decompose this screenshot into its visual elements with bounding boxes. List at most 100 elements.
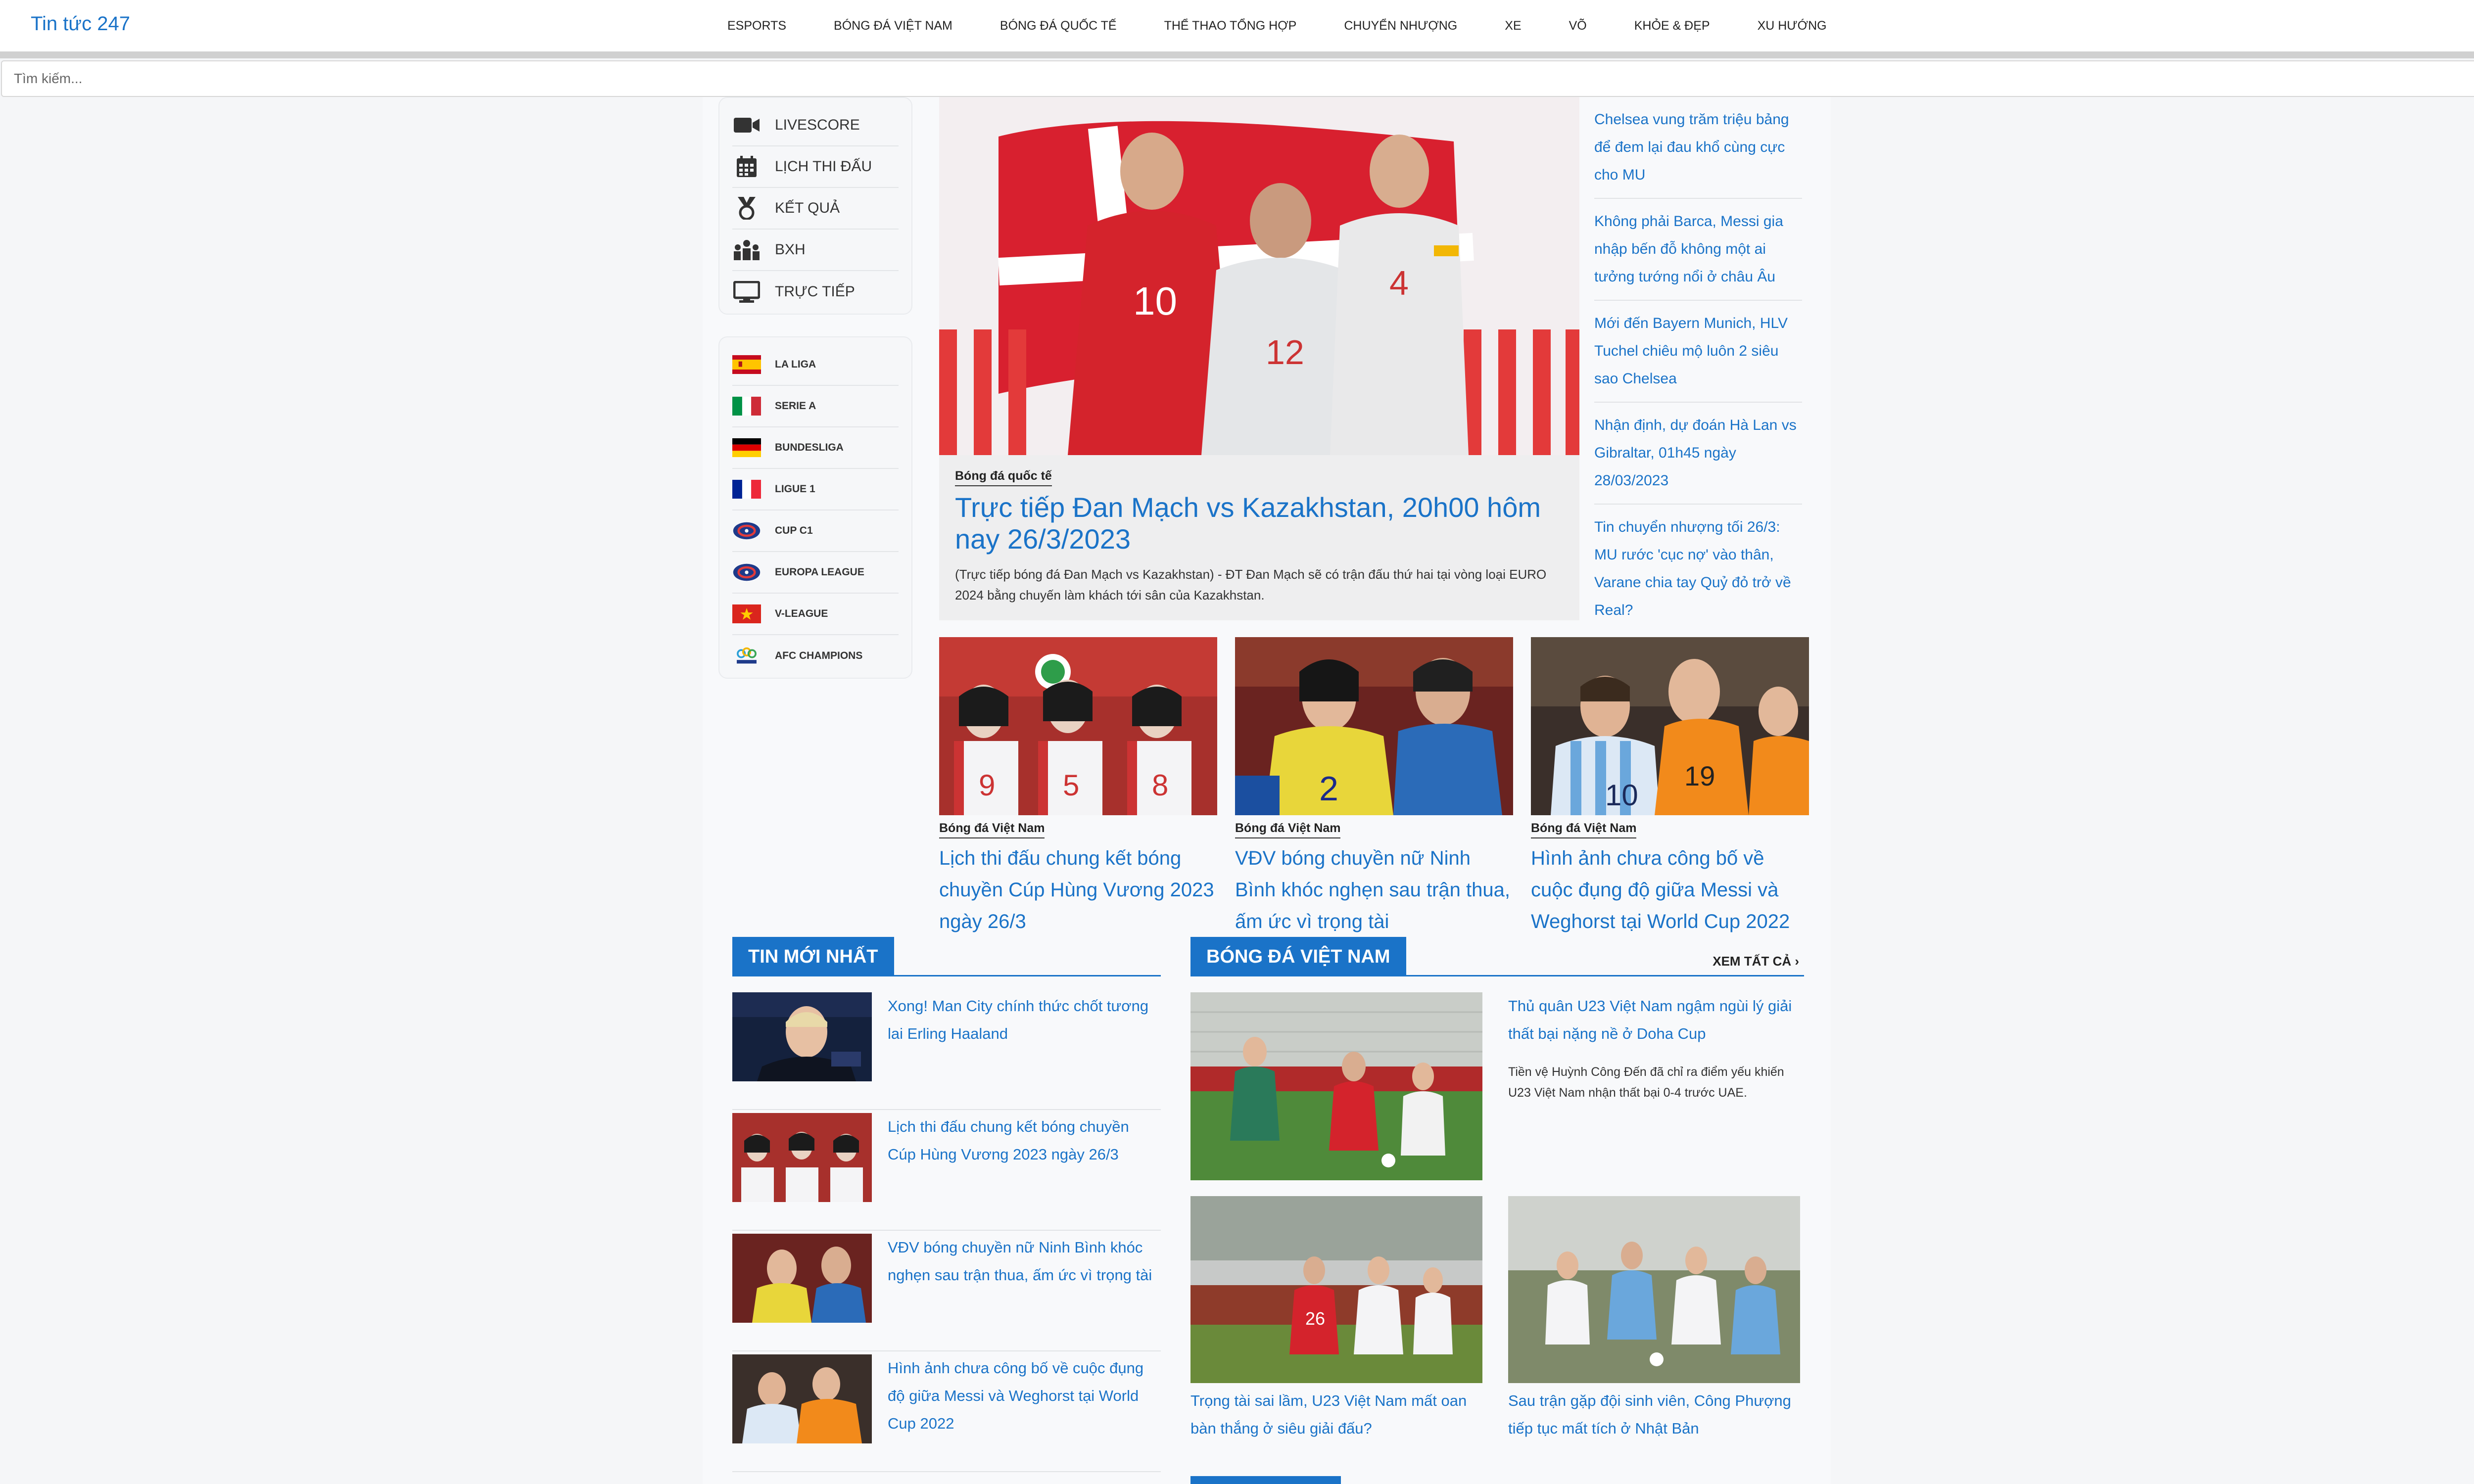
article-card[interactable]: 10 19 Bóng đá Việt Nam Hình ảnh chưa côn… [1531,637,1809,937]
article-category[interactable]: Bóng đá Việt Nam [1531,821,1637,838]
league-label: AFC Champions [775,650,863,661]
hero-title[interactable]: Trực tiếp Đan Mạch vs Kazakhstan, 20h00 … [955,492,1564,555]
list-title[interactable]: VĐV bóng chuyền nữ Ninh Bình khóc nghẹn … [888,1234,1161,1350]
headline-link[interactable]: Tin chuyển nhượng tối 26/3: MU rước 'cục… [1594,505,1802,633]
list-thumbnail[interactable] [732,1234,872,1323]
league-item-v-league[interactable]: V-League [732,594,899,635]
league-label: Ligue 1 [775,483,815,495]
list-title[interactable]: Lịch thi đấu chung kết bóng chuyền Cúp H… [888,1113,1161,1230]
headline-link[interactable]: Không phải Barca, Messi gia nhập bến đỗ … [1594,199,1802,301]
list-item[interactable]: Xong! Man City chính thức chốt tương lai… [732,989,1161,1110]
search-input[interactable] [1,60,2474,97]
france-flag-icon [732,478,761,501]
article-category[interactable]: Bóng đá Việt Nam [939,821,1045,838]
league-label: La Liga [775,359,816,370]
article-thumbnail[interactable] [1508,1196,1800,1383]
nav-item-bong-da-quoc-te[interactable]: Bóng đá quốc tế [1000,19,1117,33]
article-title[interactable]: Hình ảnh chưa công bố về cuộc đụng độ gi… [1531,842,1809,937]
league-item-afc-champions[interactable]: AFC Champions [732,635,899,677]
vietnam-flag-icon [732,603,761,625]
list-thumbnail[interactable] [732,992,872,1081]
sidebar-item-ket-qua[interactable]: Kết quả [732,188,899,230]
hero-category[interactable]: Bóng đá quốc tế [955,469,1052,486]
section-title[interactable]: Bóng đá Việt Nam [1190,937,1406,976]
article-thumbnail[interactable]: 9 5 8 [939,637,1217,815]
list-title[interactable]: Xong! Man City chính thức chốt tương lai… [888,992,1161,1109]
article-category[interactable]: Bóng đá Việt Nam [1235,821,1341,838]
svg-text:10: 10 [1133,279,1177,323]
medal-icon [732,197,761,220]
sidebar-item-truc-tiep[interactable]: Trực tiếp [732,271,899,313]
nav-item-xu-huong[interactable]: Xu hướng [1758,19,1827,33]
league-item-la-liga[interactable]: La Liga [732,344,899,386]
article-card[interactable]: 9 5 8 Bóng đá Việt Nam Lịch thi đấu chung … [939,637,1217,937]
afc-logo-icon [732,645,761,667]
list-title[interactable]: Hình ảnh chưa công bố về cuộc đụng độ gi… [888,1354,1161,1471]
list-item[interactable]: VĐV bóng chuyền nữ Ninh Bình khóc nghẹn … [732,1231,1161,1351]
svg-text:12: 12 [1266,333,1304,371]
hero-image[interactable]: 10 12 4 [939,97,1579,455]
hero-article[interactable]: 10 12 4 Bóng đá quốc tế Trực tiếp Đan Mạ… [939,97,1579,620]
article-thumbnail[interactable]: 26 [1190,1196,1482,1383]
section-title[interactable]: Tin mới nhất [732,937,894,976]
side-headlines: Chelsea vung trăm triệu bảng để đem lại … [1594,97,1802,633]
nav-item-xe[interactable]: Xe [1505,19,1521,33]
league-item-ligue-1[interactable]: Ligue 1 [732,469,899,510]
league-item-serie-a[interactable]: Serie A [732,386,899,427]
league-item-europa-league[interactable]: Europa League [732,552,899,594]
main-nav: Esports Bóng đá Việt Nam Bóng đá quốc tế… [727,0,1827,51]
list-item[interactable]: Hình ảnh chưa công bố về cuộc đụng độ gi… [732,1351,1161,1472]
article-card[interactable]: 2 Bóng đá Việt Nam VĐV bóng chuyền nữ Ni… [1235,637,1513,937]
article-thumbnail[interactable]: 2 [1235,637,1513,815]
article-card[interactable]: 26 Trọng tài sai lầm, U23 Việt Nam mất o… [1190,1196,1482,1442]
uefa-logo-icon [732,519,761,542]
nav-item-the-thao-tong-hop[interactable]: Thể thao tổng hợp [1164,19,1297,33]
see-all-link[interactable]: Xem tất cả › [1713,954,1799,969]
calendar-icon [732,155,761,178]
site-logo[interactable]: Tin tức 247 [31,13,130,35]
feature-title[interactable]: Thủ quân U23 Việt Nam ngậm ngùi lý giải … [1508,992,1800,1048]
next-section-tab [1190,1476,1341,1484]
list-thumbnail[interactable] [732,1113,872,1202]
league-item-bundesliga[interactable]: Bundesliga [732,427,899,469]
latest-section-header: Tin mới nhất [732,937,1161,976]
league-item-cup-c1[interactable]: Cup C1 [732,510,899,552]
sidebar-item-label: Trực tiếp [775,283,855,300]
top-navbar: Tin tức 247 Esports Bóng đá Việt Nam Bón… [0,0,2474,51]
article-title[interactable]: VĐV bóng chuyền nữ Ninh Bình khóc nghẹn … [1235,842,1513,937]
italy-flag-icon [732,395,761,417]
sidebar-item-bxh[interactable]: BXH [732,230,899,271]
headline-link[interactable]: Chelsea vung trăm triệu bảng để đem lại … [1594,97,1802,199]
header-divider [0,51,2474,58]
feature-thumbnail[interactable] [1190,992,1482,1180]
nav-item-vo[interactable]: Võ [1569,19,1587,33]
sidebar-item-lich-thi-dau[interactable]: Lịch thi đấu [732,146,899,188]
svg-text:26: 26 [1305,1308,1325,1329]
svg-text:19: 19 [1684,760,1715,791]
headline-link[interactable]: Mới đến Bayern Munich, HLV Tuchel chiêu … [1594,301,1802,403]
league-label: Bundesliga [775,442,844,453]
sidebar-item-livescore[interactable]: Livescore [732,105,899,146]
article-card[interactable]: Sau trận gặp đội sinh viên, Công Phượng … [1508,1196,1800,1442]
svg-text:8: 8 [1152,769,1168,802]
sidebar-item-label: Livescore [775,117,860,133]
svg-text:9: 9 [979,769,995,802]
nav-item-bong-da-viet-nam[interactable]: Bóng đá Việt Nam [834,19,952,33]
sidebar-leagues: La Liga Serie A Bundesliga Ligue 1 Cup C… [718,336,912,679]
headline-link[interactable]: Nhận định, dự đoán Hà Lan vs Gibraltar, … [1594,403,1802,505]
nav-item-esports[interactable]: Esports [727,19,786,33]
video-camera-icon [732,114,761,137]
list-item[interactable]: Lịch thi đấu chung kết bóng chuyền Cúp H… [732,1110,1161,1231]
league-label: V-League [775,608,828,619]
sidebar-item-label: Kết quả [775,200,840,216]
article-title[interactable]: Lịch thi đấu chung kết bóng chuyền Cúp H… [939,842,1217,937]
nav-item-chuyen-nhuong[interactable]: Chuyển nhượng [1344,19,1457,33]
article-title[interactable]: Trọng tài sai lầm, U23 Việt Nam mất oan … [1190,1387,1482,1442]
list-thumbnail[interactable] [732,1354,872,1443]
germany-flag-icon [732,436,761,459]
article-title[interactable]: Sau trận gặp đội sinh viên, Công Phượng … [1508,1387,1800,1442]
nav-item-khoe-dep[interactable]: Khỏe & Đẹp [1634,19,1710,33]
article-thumbnail[interactable]: 10 19 [1531,637,1809,815]
spain-flag-icon [732,353,761,376]
uefa-logo-icon [732,561,761,584]
